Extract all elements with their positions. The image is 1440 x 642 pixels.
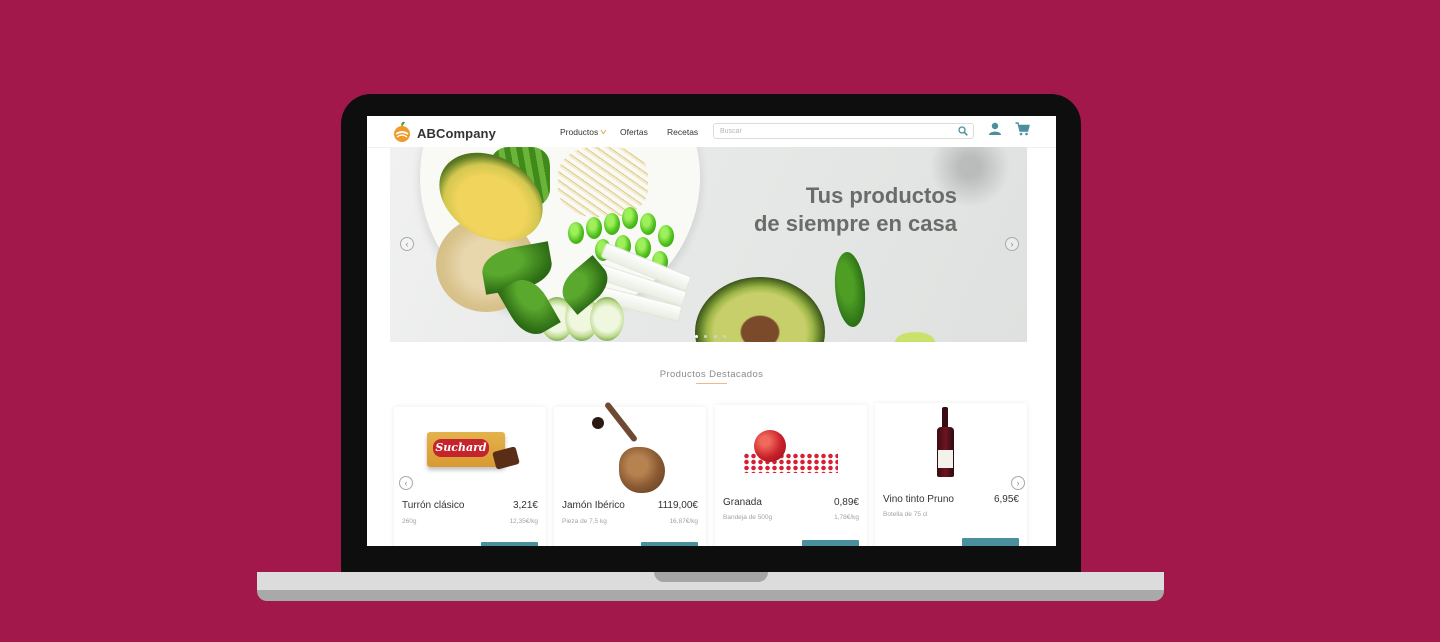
chevron-right-icon: ›	[1016, 478, 1020, 488]
product-price: 6,95€	[993, 494, 1019, 505]
chevron-left-icon: ‹	[404, 478, 408, 488]
chevron-left-icon: ‹	[405, 239, 409, 249]
lime	[895, 332, 935, 342]
add-to-cart-button[interactable]	[641, 542, 698, 546]
brand-logo: Suchard	[433, 439, 489, 457]
product-card[interactable]: Jamón Ibérico 1119,00€ Pieza de 7,5 kg 1…	[554, 401, 706, 546]
carousel-dot[interactable]	[713, 335, 717, 338]
products-next-button[interactable]: ›	[1011, 476, 1025, 490]
ham-hoof	[592, 417, 604, 429]
shopping-cart-icon[interactable]	[1015, 122, 1030, 136]
product-price: 0,89€	[833, 497, 859, 508]
section-title: Productos Destacados	[659, 369, 764, 380]
product-unit-price: 1,78€/kg	[834, 514, 859, 521]
product-quantity: 260g	[402, 518, 417, 525]
product-name[interactable]: Granada	[723, 497, 762, 508]
products-prev-button[interactable]: ‹	[399, 476, 413, 490]
carousel-dot[interactable]	[723, 335, 727, 338]
product-quantity: Bandeja de 500g	[723, 514, 773, 521]
add-to-cart-button[interactable]	[962, 538, 1019, 546]
product-quantity: Botella de 75 cl	[883, 511, 928, 518]
add-to-cart-button[interactable]	[802, 540, 859, 546]
product-image	[875, 403, 1027, 491]
brand-name[interactable]: ABCompany	[417, 126, 496, 141]
product-card[interactable]: Granada 0,89€ Bandeja de 500g 1,78€/kg	[715, 405, 867, 546]
ham-bone	[603, 401, 639, 443]
hero-title-line: de siempre en casa	[753, 211, 957, 236]
carousel-dot[interactable]	[704, 335, 708, 338]
edamame	[640, 213, 656, 235]
wine-label	[938, 450, 953, 468]
edamame	[568, 222, 584, 244]
nav-item-recetas[interactable]: Recetas	[667, 127, 698, 137]
chevron-down-icon: ˅	[600, 128, 607, 137]
product-unit-price: 16,87€/kg	[669, 518, 698, 525]
edamame	[658, 225, 674, 247]
turron-package: Suchard	[427, 432, 505, 467]
product-card[interactable]: Suchard Turrón clásico 3,21€ 260g 12,35€…	[394, 407, 546, 546]
product-image	[715, 405, 867, 493]
product-image: Suchard	[394, 407, 546, 495]
product-name[interactable]: Jamón Ibérico	[562, 500, 625, 511]
product-card[interactable]: Vino tinto Pruno 6,95€ Botella de 75 cl	[875, 403, 1027, 546]
product-unit-price: 12,35€/kg	[509, 518, 538, 525]
wine-bottle-neck	[942, 407, 948, 429]
edamame	[586, 217, 602, 239]
hero-banner: Tus productos de siempre en casa ‹ ›	[390, 147, 1027, 342]
nav-label: Productos	[560, 127, 599, 137]
add-to-cart-button[interactable]	[481, 542, 538, 546]
hero-next-button[interactable]: ›	[1005, 237, 1019, 251]
laptop-notch	[654, 572, 768, 582]
orange-fruit-logo-icon[interactable]	[392, 121, 412, 143]
nav-item-productos[interactable]: Productos ˅	[560, 127, 607, 137]
product-image	[554, 401, 706, 495]
ham-leg	[619, 447, 665, 493]
product-quantity: Pieza de 7,5 kg	[562, 518, 607, 525]
edamame	[604, 213, 620, 235]
carousel-dot[interactable]	[695, 335, 698, 338]
product-name[interactable]: Vino tinto Pruno	[883, 494, 954, 505]
bean-sprouts	[558, 147, 648, 217]
cucumber-slice	[590, 297, 624, 341]
hero-prev-button[interactable]: ‹	[400, 237, 414, 251]
product-price: 3,21€	[512, 500, 538, 511]
search-bar	[713, 123, 974, 139]
hero-title: Tus productos de siempre en casa	[754, 182, 957, 238]
nav-item-ofertas[interactable]: Ofertas	[620, 127, 648, 137]
section-underline	[696, 383, 727, 384]
chevron-right-icon: ›	[1010, 239, 1014, 249]
product-price: 1119,00€	[657, 500, 698, 511]
hero-title-line: Tus productos	[805, 183, 957, 208]
laptop-screen: ABCompany Productos ˅ Ofertas Recetas Bu…	[367, 116, 1056, 546]
carousel-dots	[694, 325, 727, 342]
product-name[interactable]: Turrón clásico	[402, 500, 464, 511]
laptop-base	[257, 572, 1164, 601]
search-icon[interactable]	[958, 126, 968, 136]
search-input[interactable]	[720, 124, 950, 138]
pomegranate	[754, 430, 786, 462]
edamame	[622, 207, 638, 229]
spinach-leaf	[828, 249, 872, 330]
site-header: ABCompany Productos ˅ Ofertas Recetas	[367, 116, 1056, 148]
user-icon[interactable]	[988, 122, 1002, 136]
